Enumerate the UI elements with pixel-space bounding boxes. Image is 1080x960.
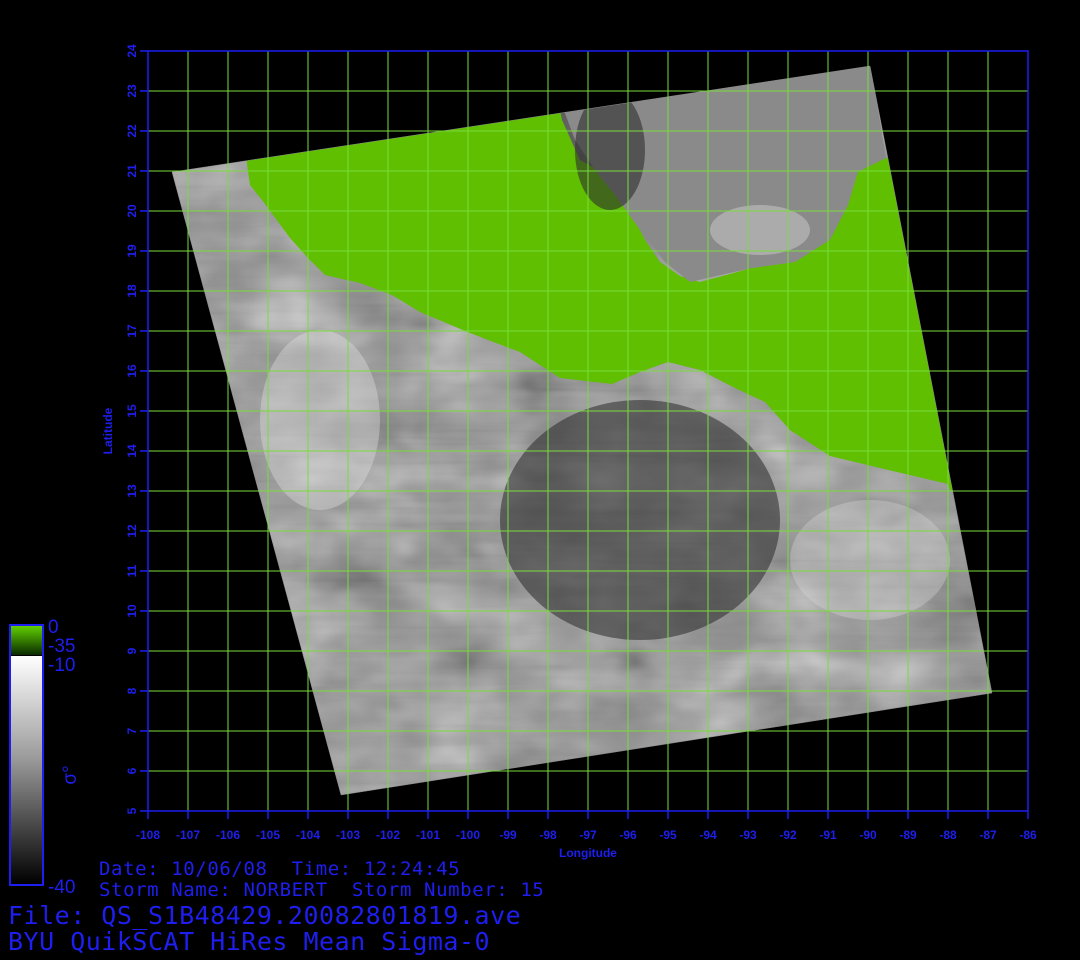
y-tick-label: 20	[125, 204, 139, 218]
color-legend: 0 -35 -10 -40 σ°	[9, 617, 81, 898]
legend-land-swatch	[11, 626, 42, 655]
satellite-swath	[172, 66, 992, 795]
legend-scale-max: -10	[48, 655, 75, 676]
x-tick-label: -87	[979, 828, 997, 842]
y-tick-label: 5	[125, 807, 139, 814]
x-tick-label: -97	[579, 828, 597, 842]
y-tick-label: 8	[125, 687, 139, 694]
x-tick-label: -88	[939, 828, 957, 842]
y-tick-label: 11	[125, 564, 139, 577]
x-tick-label: -103	[336, 828, 360, 842]
y-tick-label: 6	[125, 767, 139, 774]
y-tick-label: 9	[125, 647, 139, 654]
legend-grayscale-bar	[11, 656, 42, 884]
x-tick-label: -99	[499, 828, 517, 842]
x-tick-label: -95	[659, 828, 677, 842]
legend-symbol: σ°	[60, 765, 81, 784]
y-tick-label: 7	[125, 727, 139, 734]
legend-land-max: 0	[48, 617, 59, 638]
x-tick-label: -98	[539, 828, 557, 842]
x-tick-label: -107	[176, 828, 200, 842]
y-axis-label: Latitude	[101, 407, 115, 454]
product-title-line: BYU QuikSCAT HiRes Mean Sigma-0	[8, 927, 491, 956]
y-tick-label: 21	[125, 164, 139, 178]
x-tick-label: -100	[456, 828, 480, 842]
legend-land-min: -35	[48, 636, 75, 657]
legend-scale-min: -40	[48, 877, 75, 898]
x-axis-label: Longitude	[559, 846, 617, 860]
longitude-tick-labels: -108 -107 -106 -105 -104 -103 -102 -101 -100 -99 -…	[136, 811, 1037, 842]
x-tick-label: -106	[216, 828, 240, 842]
x-tick-label: -90	[859, 828, 877, 842]
x-tick-label: -93	[739, 828, 757, 842]
x-tick-label: -86	[1019, 828, 1037, 842]
y-tick-label: 18	[125, 284, 139, 298]
x-tick-label: -105	[256, 828, 280, 842]
y-tick-label: 19	[125, 244, 139, 258]
x-tick-label: -96	[619, 828, 637, 842]
x-tick-label: -91	[819, 828, 837, 842]
y-tick-label: 15	[125, 404, 139, 418]
y-tick-label: 16	[125, 364, 139, 378]
y-tick-label: 14	[125, 444, 139, 458]
y-tick-label: 17	[125, 324, 139, 338]
x-tick-label: -92	[779, 828, 797, 842]
y-tick-label: 24	[125, 44, 139, 58]
date-time-line: Date: 10/06/08 Time: 12:24:45	[99, 858, 461, 880]
y-tick-label: 23	[125, 84, 139, 98]
x-tick-label: -101	[416, 828, 440, 842]
y-tick-label: 13	[125, 484, 139, 498]
sigma0-map: -108 -107 -106 -105 -104 -103 -102 -101 -100 -99-…	[9, 44, 1037, 898]
x-tick-label: -102	[376, 828, 400, 842]
y-tick-label: 22	[125, 124, 139, 138]
y-tick-label: 10	[125, 604, 139, 618]
x-tick-label: -94	[699, 828, 717, 842]
x-tick-label: -108	[136, 828, 160, 842]
file-name-line: File: QS_S1B48429.20082801819.ave	[8, 901, 522, 930]
latitude-tick-labels: 5 6 7 8 9 10 11 12 13 14 15 16 17 18 19 20 21 22 23 24	[125, 44, 148, 814]
storm-info-line: Storm Name: NORBERT Storm Number: 15	[99, 879, 545, 901]
x-tick-label: -89	[899, 828, 917, 842]
x-tick-label: -104	[296, 828, 320, 842]
y-tick-label: 12	[125, 524, 139, 538]
